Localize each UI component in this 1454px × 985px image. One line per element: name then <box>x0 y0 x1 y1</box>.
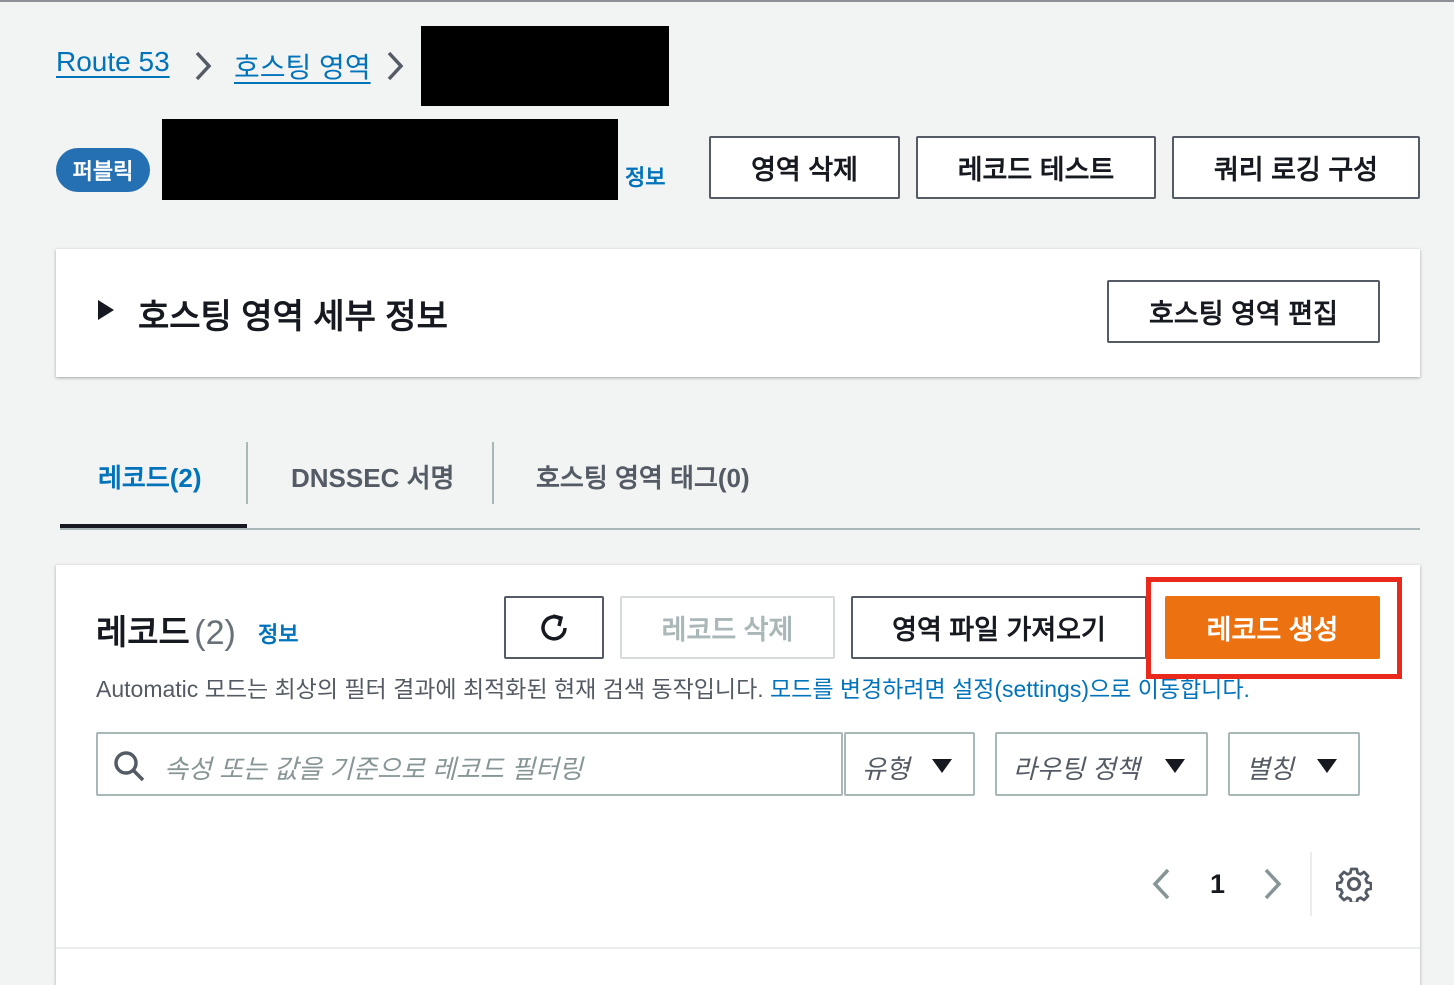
chevron-right-icon <box>195 51 212 81</box>
tab-divider <box>492 442 494 504</box>
records-info-link[interactable]: 정보 <box>258 617 298 649</box>
caret-down-icon <box>932 759 952 773</box>
table-top-border <box>56 947 1420 949</box>
records-search-input[interactable]: 속성 또는 값을 기준으로 레코드 필터링 <box>96 732 843 796</box>
routing-policy-filter-label: 라우팅 정책 <box>1013 754 1140 784</box>
redacted-zone-name <box>162 119 618 200</box>
tab-dnssec-signing[interactable]: DNSSEC 서명 <box>291 458 454 495</box>
refresh-button[interactable] <box>504 596 604 659</box>
type-filter-label: 유형 <box>862 754 910 784</box>
tab-records[interactable]: 레코드(2) <box>98 458 202 495</box>
edit-hosted-zone-button[interactable]: 호스팅 영역 편집 <box>1107 280 1380 343</box>
hosted-zone-details-panel: 호스팅 영역 세부 정보 호스팅 영역 편집 <box>56 249 1420 377</box>
test-record-button[interactable]: 레코드 테스트 <box>916 136 1156 199</box>
zone-info-link[interactable]: 정보 <box>625 160 665 192</box>
import-zone-file-button[interactable]: 영역 파일 가져오기 <box>851 596 1147 659</box>
records-heading: 레코드 (2) <box>96 605 236 654</box>
search-icon <box>114 751 145 782</box>
public-badge: 퍼블릭 <box>56 148 150 192</box>
tab-hosted-zone-tags[interactable]: 호스팅 영역 태그(0) <box>536 458 750 495</box>
next-page-icon[interactable] <box>1260 867 1284 901</box>
type-filter-select[interactable]: 유형 <box>844 732 975 796</box>
caret-down-icon <box>1165 759 1185 773</box>
breadcrumb-route53[interactable]: Route 53 <box>56 46 170 78</box>
alias-filter-label: 별칭 <box>1246 754 1294 784</box>
change-mode-link[interactable]: 모드를 변경하려면 설정(settings)으로 이동합니다. <box>770 676 1250 702</box>
search-placeholder: 속성 또는 값을 기준으로 레코드 필터링 <box>164 754 583 784</box>
alias-filter-select[interactable]: 별칭 <box>1228 732 1360 796</box>
configure-query-logging-button[interactable]: 쿼리 로깅 구성 <box>1172 136 1420 199</box>
current-page-number[interactable]: 1 <box>1210 869 1225 900</box>
highlight-box <box>1146 577 1402 679</box>
previous-page-icon[interactable] <box>1150 867 1174 901</box>
gear-icon[interactable] <box>1336 866 1372 902</box>
delete-zone-button[interactable]: 영역 삭제 <box>709 136 900 199</box>
delete-record-button[interactable]: 레코드 삭제 <box>620 596 835 659</box>
records-count: (2) <box>194 614 236 652</box>
routing-policy-filter-select[interactable]: 라우팅 정책 <box>995 732 1208 796</box>
caret-down-icon <box>1317 759 1337 773</box>
records-title: 레코드 <box>96 614 190 652</box>
breadcrumb-hosted-zones[interactable]: 호스팅 영역 <box>234 46 371 86</box>
pagination-divider <box>1310 852 1312 916</box>
details-panel-title[interactable]: 호스팅 영역 세부 정보 <box>138 289 448 338</box>
chevron-right-icon <box>387 51 404 81</box>
search-mode-description: Automatic 모드는 최상의 필터 결과에 최적화된 현재 검색 동작입니… <box>96 670 1250 704</box>
expand-caret-icon[interactable] <box>98 300 114 320</box>
description-text: Automatic 모드는 최상의 필터 결과에 최적화된 현재 검색 동작입니… <box>96 676 764 702</box>
tab-bar: 레코드(2) DNSSEC 서명 호스팅 영역 태그(0) <box>60 442 1420 532</box>
tab-bar-underline <box>60 528 1420 530</box>
tab-divider <box>246 442 248 504</box>
redacted-zone-name-breadcrumb <box>421 26 669 106</box>
refresh-icon <box>541 613 567 641</box>
